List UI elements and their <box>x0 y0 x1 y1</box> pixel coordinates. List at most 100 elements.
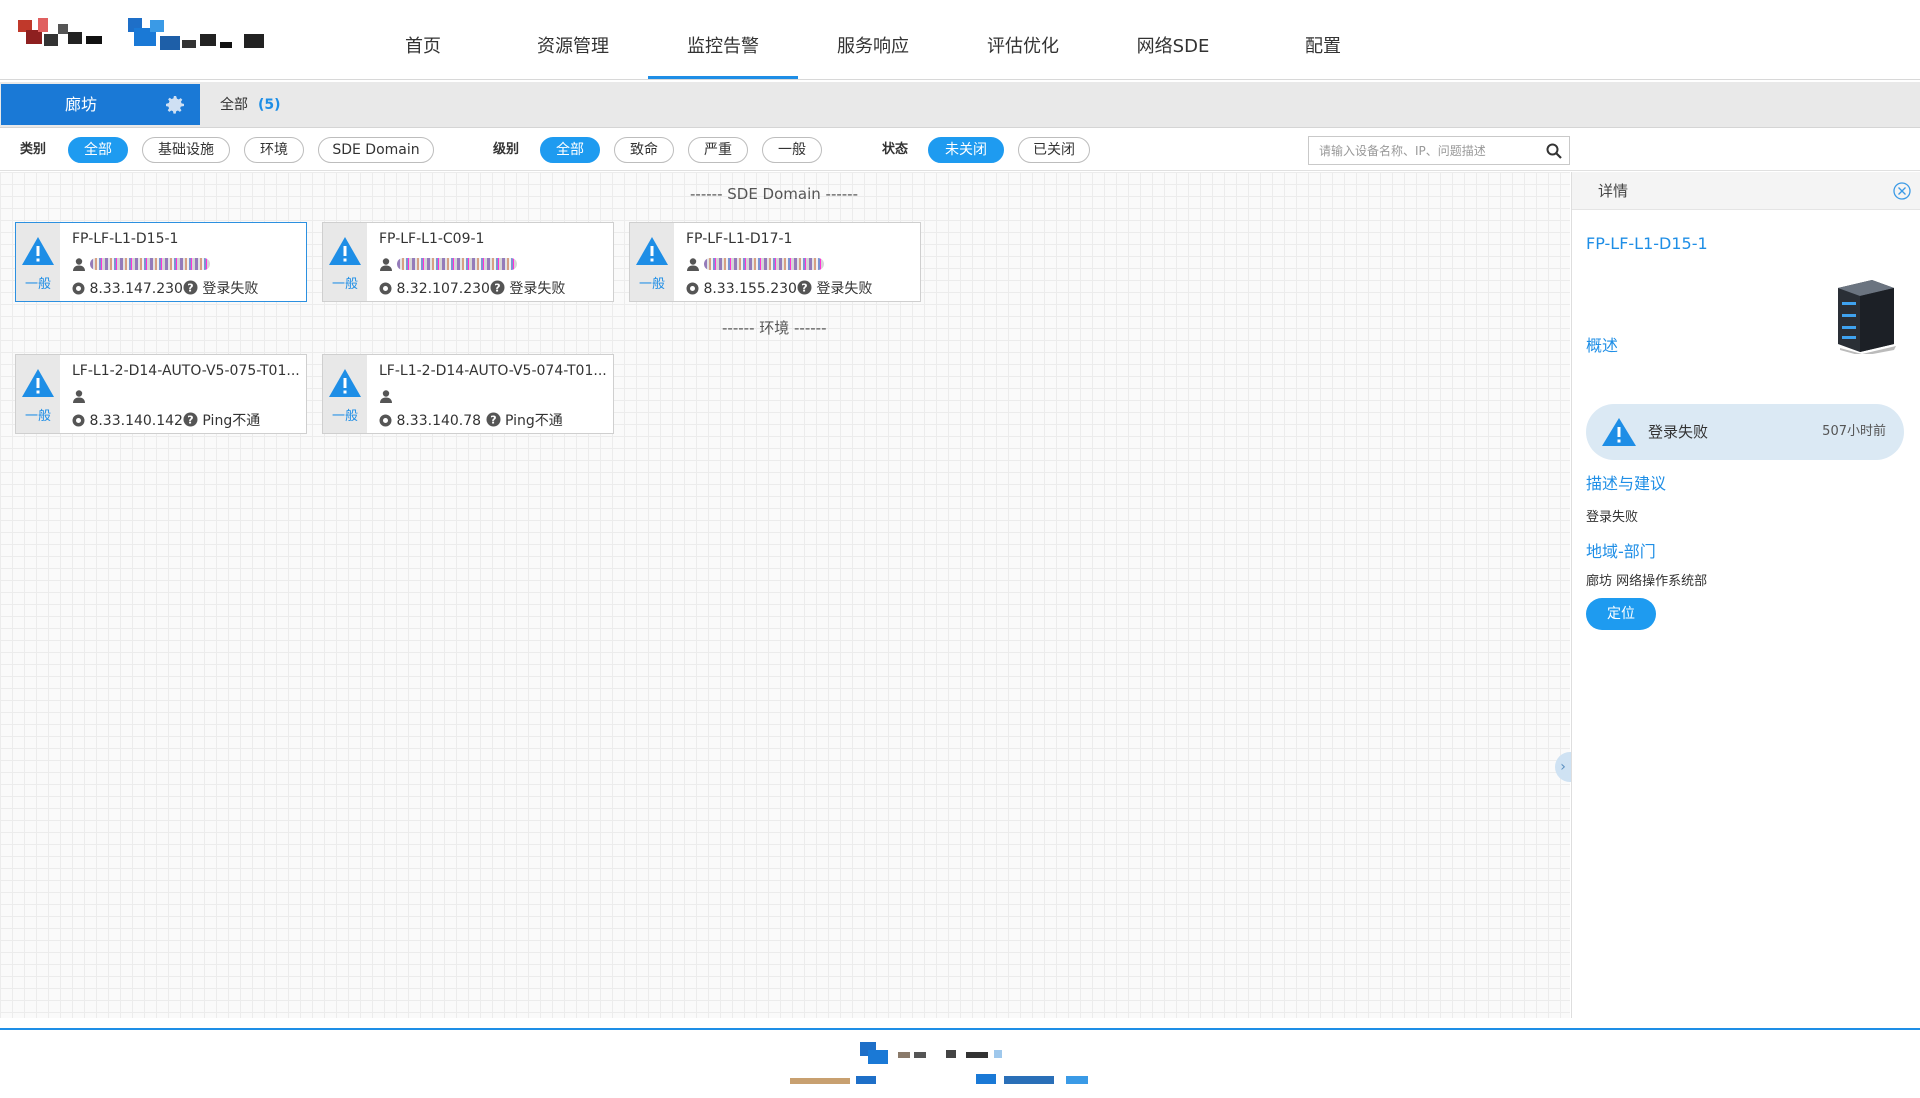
search-input[interactable] <box>1319 141 1535 161</box>
region-dept-text: 廊坊 网络操作系统部 <box>1586 574 1708 589</box>
alarm-card[interactable]: 一般 FP-LF-L1-D17-1 8.33.155.230? 登录失败 <box>629 222 921 302</box>
level-chip-fatal[interactable]: 致命 <box>614 137 674 163</box>
filter-bar: 类别 全部 基础设施 环境 SDE Domain 级别 全部 致命 严重 一般 … <box>0 129 1920 171</box>
severity-block: 一般 <box>323 223 367 301</box>
device-ip: 8.33.140.142 <box>89 413 183 429</box>
warning-icon <box>22 369 54 397</box>
severity-label: 一般 <box>331 409 358 424</box>
top-header: 首页 资源管理 监控告警 服务响应 评估优化 网络SDE 配置 <box>0 0 1920 80</box>
question-icon: ? <box>486 412 501 427</box>
nav-monitoring-alerts[interactable]: 监控告警 <box>648 0 798 80</box>
severity-block: 一般 <box>630 223 674 301</box>
redacted-owner <box>397 258 517 270</box>
status-filter-label: 状态 <box>882 142 909 157</box>
alarm-card[interactable]: 一般 LF-L1-2-D14-AUTO-V5-074-T01... 8.33.1… <box>322 354 614 434</box>
category-chip-sde-domain[interactable]: SDE Domain <box>318 137 434 163</box>
severity-block: 一般 <box>16 223 60 301</box>
location-icon <box>379 282 392 295</box>
device-name: FP-LF-L1-D15-1 <box>72 231 179 247</box>
nav-evaluation-optimization[interactable]: 评估优化 <box>948 0 1098 80</box>
severity-block: 一般 <box>16 355 60 433</box>
device-name: FP-LF-L1-D17-1 <box>686 231 793 247</box>
ip-row: 8.32.107.230? 登录失败 <box>379 278 565 298</box>
detail-panel: 详情 FP-LF-L1-D15-1 概述 登录失败 507小时前 描述与建议 登… <box>1571 172 1920 1018</box>
alarm-canvas: ------ SDE Domain ------ 一般 FP-LF-L1-D15… <box>0 172 1571 1018</box>
redacted-owner <box>90 258 210 270</box>
warning-icon <box>1602 418 1636 446</box>
level-chip-all[interactable]: 全部 <box>540 137 600 163</box>
severity-label: 一般 <box>638 277 665 292</box>
svg-text:?: ? <box>187 282 193 295</box>
device-ip: 8.33.140.78 <box>396 413 482 429</box>
category-filter-label: 类别 <box>20 142 47 157</box>
question-icon: ? <box>183 280 198 295</box>
server-icon <box>1838 280 1896 354</box>
alarm-issue: 登录失败 <box>816 281 873 297</box>
nav-config[interactable]: 配置 <box>1248 0 1398 80</box>
level-chip-severe[interactable]: 严重 <box>688 137 748 163</box>
group-title-sde-domain: ------ SDE Domain ------ <box>690 185 859 203</box>
device-name: LF-L1-2-D14-AUTO-V5-075-T01... <box>72 363 300 379</box>
warning-icon <box>22 237 54 265</box>
severity-label: 一般 <box>24 409 51 424</box>
redacted-owner <box>704 258 824 270</box>
ip-row: 8.33.155.230? 登录失败 <box>686 278 872 298</box>
detail-panel-title: 详情 <box>1598 182 1629 200</box>
severity-label: 一般 <box>24 277 51 292</box>
ip-row: 8.33.140.142? Ping不通 <box>72 410 260 430</box>
alarm-card[interactable]: 一般 FP-LF-L1-C09-1 8.32.107.230? 登录失败 <box>322 222 614 302</box>
region-tab[interactable]: 廊坊 <box>1 84 200 125</box>
alarm-card[interactable]: 一般 FP-LF-L1-D15-1 8.33.147.230? 登录失败 <box>15 222 307 302</box>
ip-row: 8.33.147.230? 登录失败 <box>72 278 258 298</box>
severity-block: 一般 <box>323 355 367 433</box>
status-chip-open[interactable]: 未关闭 <box>928 137 1004 163</box>
alarm-summary-time: 507小时前 <box>1822 424 1886 439</box>
search-icon[interactable] <box>1545 142 1563 160</box>
main-nav: 首页 资源管理 监控告警 服务响应 评估优化 网络SDE 配置 <box>348 0 1398 80</box>
description-text: 登录失败 <box>1586 510 1639 525</box>
question-icon: ? <box>797 280 812 295</box>
description-label: 描述与建议 <box>1586 474 1667 493</box>
alarm-issue: 登录失败 <box>509 281 566 297</box>
nav-service-response[interactable]: 服务响应 <box>798 0 948 80</box>
region-alarm-count[interactable]: 全部 (5) <box>220 82 281 128</box>
alarm-issue: Ping不通 <box>202 413 261 429</box>
svg-text:?: ? <box>801 282 807 295</box>
nav-home[interactable]: 首页 <box>348 0 498 80</box>
gear-icon[interactable] <box>163 93 187 117</box>
device-name: LF-L1-2-D14-AUTO-V5-074-T01... <box>379 363 607 379</box>
question-icon: ? <box>490 280 505 295</box>
alarm-summary: 登录失败 507小时前 <box>1586 404 1904 460</box>
close-icon[interactable] <box>1893 182 1911 200</box>
overview-label: 概述 <box>1586 336 1619 355</box>
warning-icon <box>636 237 668 265</box>
region-bar: 廊坊 全部 (5) <box>0 82 1920 128</box>
search-box <box>1308 136 1570 165</box>
location-icon <box>72 282 85 295</box>
alarm-issue: Ping不通 <box>504 413 563 429</box>
user-icon <box>687 258 699 271</box>
footer-logo <box>790 1042 1088 1084</box>
category-chip-infrastructure[interactable]: 基础设施 <box>142 137 230 163</box>
nav-network-sde[interactable]: 网络SDE <box>1098 0 1248 80</box>
level-filter-label: 级别 <box>493 142 520 157</box>
svg-text:?: ? <box>494 282 500 295</box>
alarm-issue: 登录失败 <box>202 281 259 297</box>
locate-button[interactable]: 定位 <box>1586 598 1656 630</box>
level-chip-normal[interactable]: 一般 <box>762 137 822 163</box>
category-chip-environment[interactable]: 环境 <box>244 137 304 163</box>
device-name: FP-LF-L1-C09-1 <box>379 231 485 247</box>
group-title-environment: ------ 环境 ------ <box>722 319 827 337</box>
svg-text:?: ? <box>187 414 193 427</box>
location-icon <box>686 282 699 295</box>
panel-collapse-handle[interactable]: › <box>1555 752 1571 782</box>
region-dept-label: 地域-部门 <box>1586 542 1656 561</box>
status-chip-closed[interactable]: 已关闭 <box>1018 137 1090 163</box>
category-chip-all[interactable]: 全部 <box>68 137 128 163</box>
location-icon <box>72 414 85 427</box>
alarm-card[interactable]: 一般 LF-L1-2-D14-AUTO-V5-075-T01... 8.33.1… <box>15 354 307 434</box>
device-ip: 8.33.147.230 <box>89 281 183 297</box>
location-icon <box>379 414 392 427</box>
user-icon <box>73 390 85 403</box>
nav-resource-management[interactable]: 资源管理 <box>498 0 648 80</box>
